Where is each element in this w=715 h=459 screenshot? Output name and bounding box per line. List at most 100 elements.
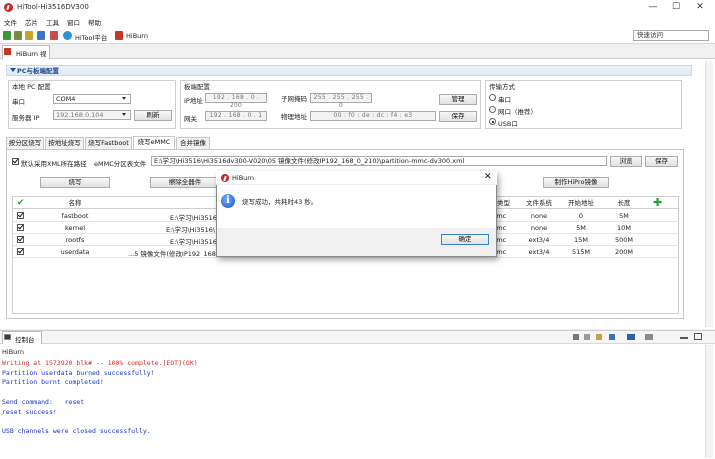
hiburn-icon[interactable] — [115, 31, 123, 40]
tab-burn-emmc[interactable]: 烧写eMMC — [133, 136, 175, 149]
ok-button[interactable]: 确定 — [441, 234, 489, 245]
row-checkbox[interactable] — [17, 248, 24, 255]
console-line: USB channels were closed successfully. — [2, 426, 151, 435]
mask-label: 子网掩码 — [281, 95, 307, 103]
chip-icon[interactable] — [25, 31, 33, 40]
check-all-icon[interactable]: ✔ — [17, 199, 26, 208]
row-name: fastboot — [61, 212, 89, 220]
menu-bar — [0, 15, 715, 27]
clear-console-icon[interactable] — [573, 334, 579, 340]
app-logo-icon — [4, 3, 13, 12]
sync-icon[interactable] — [50, 31, 58, 40]
emmc-save-button[interactable]: 保存 — [645, 156, 678, 167]
make-hipro-image-button[interactable]: 制作HiPro镜像 — [543, 177, 609, 188]
transfer-serial-radio[interactable] — [489, 94, 496, 101]
open-console-icon[interactable] — [627, 334, 635, 340]
hiburn-button[interactable]: HiBurn — [126, 32, 148, 40]
dialog-title-bar — [216, 171, 497, 185]
manage-button[interactable]: 管理 — [439, 94, 477, 105]
pin-console-icon[interactable] — [596, 334, 602, 340]
vertical-scrollbar[interactable] — [705, 61, 713, 327]
dialog-title: HiBurn — [232, 174, 254, 182]
mac-label: 物理地址 — [281, 113, 307, 121]
subnet-mask-field[interactable]: 255 . 255 . 255 . 0 — [310, 93, 372, 109]
ip-address-field[interactable]: 192 . 168 . 0 . 200 — [205, 93, 267, 109]
dialog-close-button[interactable]: ✕ — [484, 172, 492, 182]
menu-file[interactable]: 文件 — [4, 17, 17, 27]
section-pc-board-config[interactable]: PC与板端配置 — [6, 65, 692, 76]
port-select[interactable]: COM4 — [53, 94, 131, 104]
row-length: 10M — [617, 224, 631, 232]
info-icon: i — [221, 194, 235, 208]
console-header — [0, 330, 715, 344]
menu-help[interactable]: 帮助 — [88, 17, 101, 27]
scroll-lock-icon[interactable] — [584, 334, 590, 340]
maximize-button[interactable]: ☐ — [664, 1, 688, 14]
console-line: Partition burnt completed! — [2, 378, 104, 387]
collapse-triangle-icon[interactable] — [10, 68, 16, 72]
ip-label: IP地址 — [184, 97, 203, 105]
table-file-label: eMMC分区表文件 — [94, 160, 147, 168]
menu-window[interactable]: 窗口 — [67, 17, 80, 27]
download-icon[interactable] — [37, 31, 45, 40]
use-default-xml-label: 默认采用XML所在路径 — [21, 160, 87, 168]
row-name: kernel — [64, 224, 85, 232]
console-source-label: HiBurn — [2, 348, 24, 356]
minimize-button[interactable]: — — [641, 1, 665, 14]
board-config-group — [180, 80, 481, 129]
row-length: 200M — [614, 248, 633, 256]
table-file-path-field[interactable]: E:\学习\Hi3516\Hi3516dv300-V020\05 镜像文件(修改… — [151, 156, 607, 166]
maximize-view-icon[interactable] — [694, 333, 702, 340]
menu-chip[interactable]: 芯片 — [25, 17, 38, 27]
board-config-title: 板端配置 — [184, 83, 210, 91]
menu-tools[interactable]: 工具 — [46, 17, 59, 27]
transfer-usb-radio[interactable] — [489, 118, 496, 125]
close-window-button[interactable]: ✕ — [688, 1, 712, 14]
tab-burn-fastboot[interactable]: 烧写Fastboot — [85, 137, 132, 149]
use-default-xml-checkbox[interactable] — [12, 158, 19, 165]
port-label: 串口 — [12, 98, 25, 106]
chevron-down-icon[interactable] — [122, 113, 126, 116]
erase-all-button[interactable]: 擦除全器件 — [150, 177, 220, 188]
title-bar — [0, 0, 715, 15]
row-fs: ext3/4 — [528, 236, 550, 244]
console-scrollbar[interactable] — [705, 345, 713, 458]
tab-burn-by-address[interactable]: 按地址烧写 — [45, 137, 84, 149]
display-console-icon[interactable] — [609, 334, 615, 340]
dialog-message: 烧写成功，共耗时43 秒。 — [242, 198, 318, 206]
transfer-serial-label: 串口 — [498, 96, 511, 104]
mac-address-field[interactable]: 00 : f0 : de : dc : f4 : e3 — [310, 111, 436, 121]
transfer-usb-label: USB口 — [498, 120, 518, 128]
row-start: 515M — [571, 248, 590, 256]
transfer-network-radio[interactable] — [489, 106, 496, 113]
row-start: 0 — [578, 212, 584, 220]
quick-access-input[interactable]: 快速访问 — [633, 30, 709, 41]
hitool-platform-button[interactable]: HiTool平台 — [75, 32, 107, 42]
header-start-address: 开始地址 — [568, 199, 594, 207]
console-view-menu-icon[interactable] — [645, 334, 653, 340]
row-checkbox[interactable] — [17, 224, 24, 231]
row-checkbox[interactable] — [17, 236, 24, 243]
chevron-down-icon[interactable] — [122, 97, 126, 100]
board-save-button[interactable]: 保存 — [439, 111, 477, 122]
refresh-button[interactable]: 刷新 — [134, 110, 172, 121]
tab-merge-image[interactable]: 合并镜像 — [176, 137, 210, 149]
console-line: Partition userdata burned successfully! — [2, 368, 155, 377]
header-name: 名称 — [68, 199, 82, 207]
row-length: 5M — [619, 212, 629, 220]
server-ip-select[interactable]: 192.168.0.104 — [53, 110, 131, 120]
connect-icon[interactable] — [3, 31, 11, 40]
hitool-platform-icon[interactable] — [63, 31, 72, 40]
row-checkbox[interactable] — [17, 212, 24, 219]
header-filesystem: 文件系统 — [526, 199, 552, 207]
gateway-field[interactable]: 192 . 168 . 0 . 1 — [205, 111, 267, 121]
header-length: 长度 — [617, 199, 631, 207]
server-ip-label: 服务器 IP — [12, 114, 40, 122]
tab-burn-by-partition[interactable]: 按分区烧写 — [6, 137, 44, 149]
browse-button[interactable]: 浏览 — [610, 156, 642, 167]
row-divider — [13, 257, 678, 258]
burn-button[interactable]: 烧写 — [40, 177, 110, 188]
minimize-view-icon[interactable] — [680, 337, 688, 339]
add-partition-icon[interactable]: ✚ — [653, 197, 662, 208]
transfer-icon[interactable] — [14, 31, 22, 40]
